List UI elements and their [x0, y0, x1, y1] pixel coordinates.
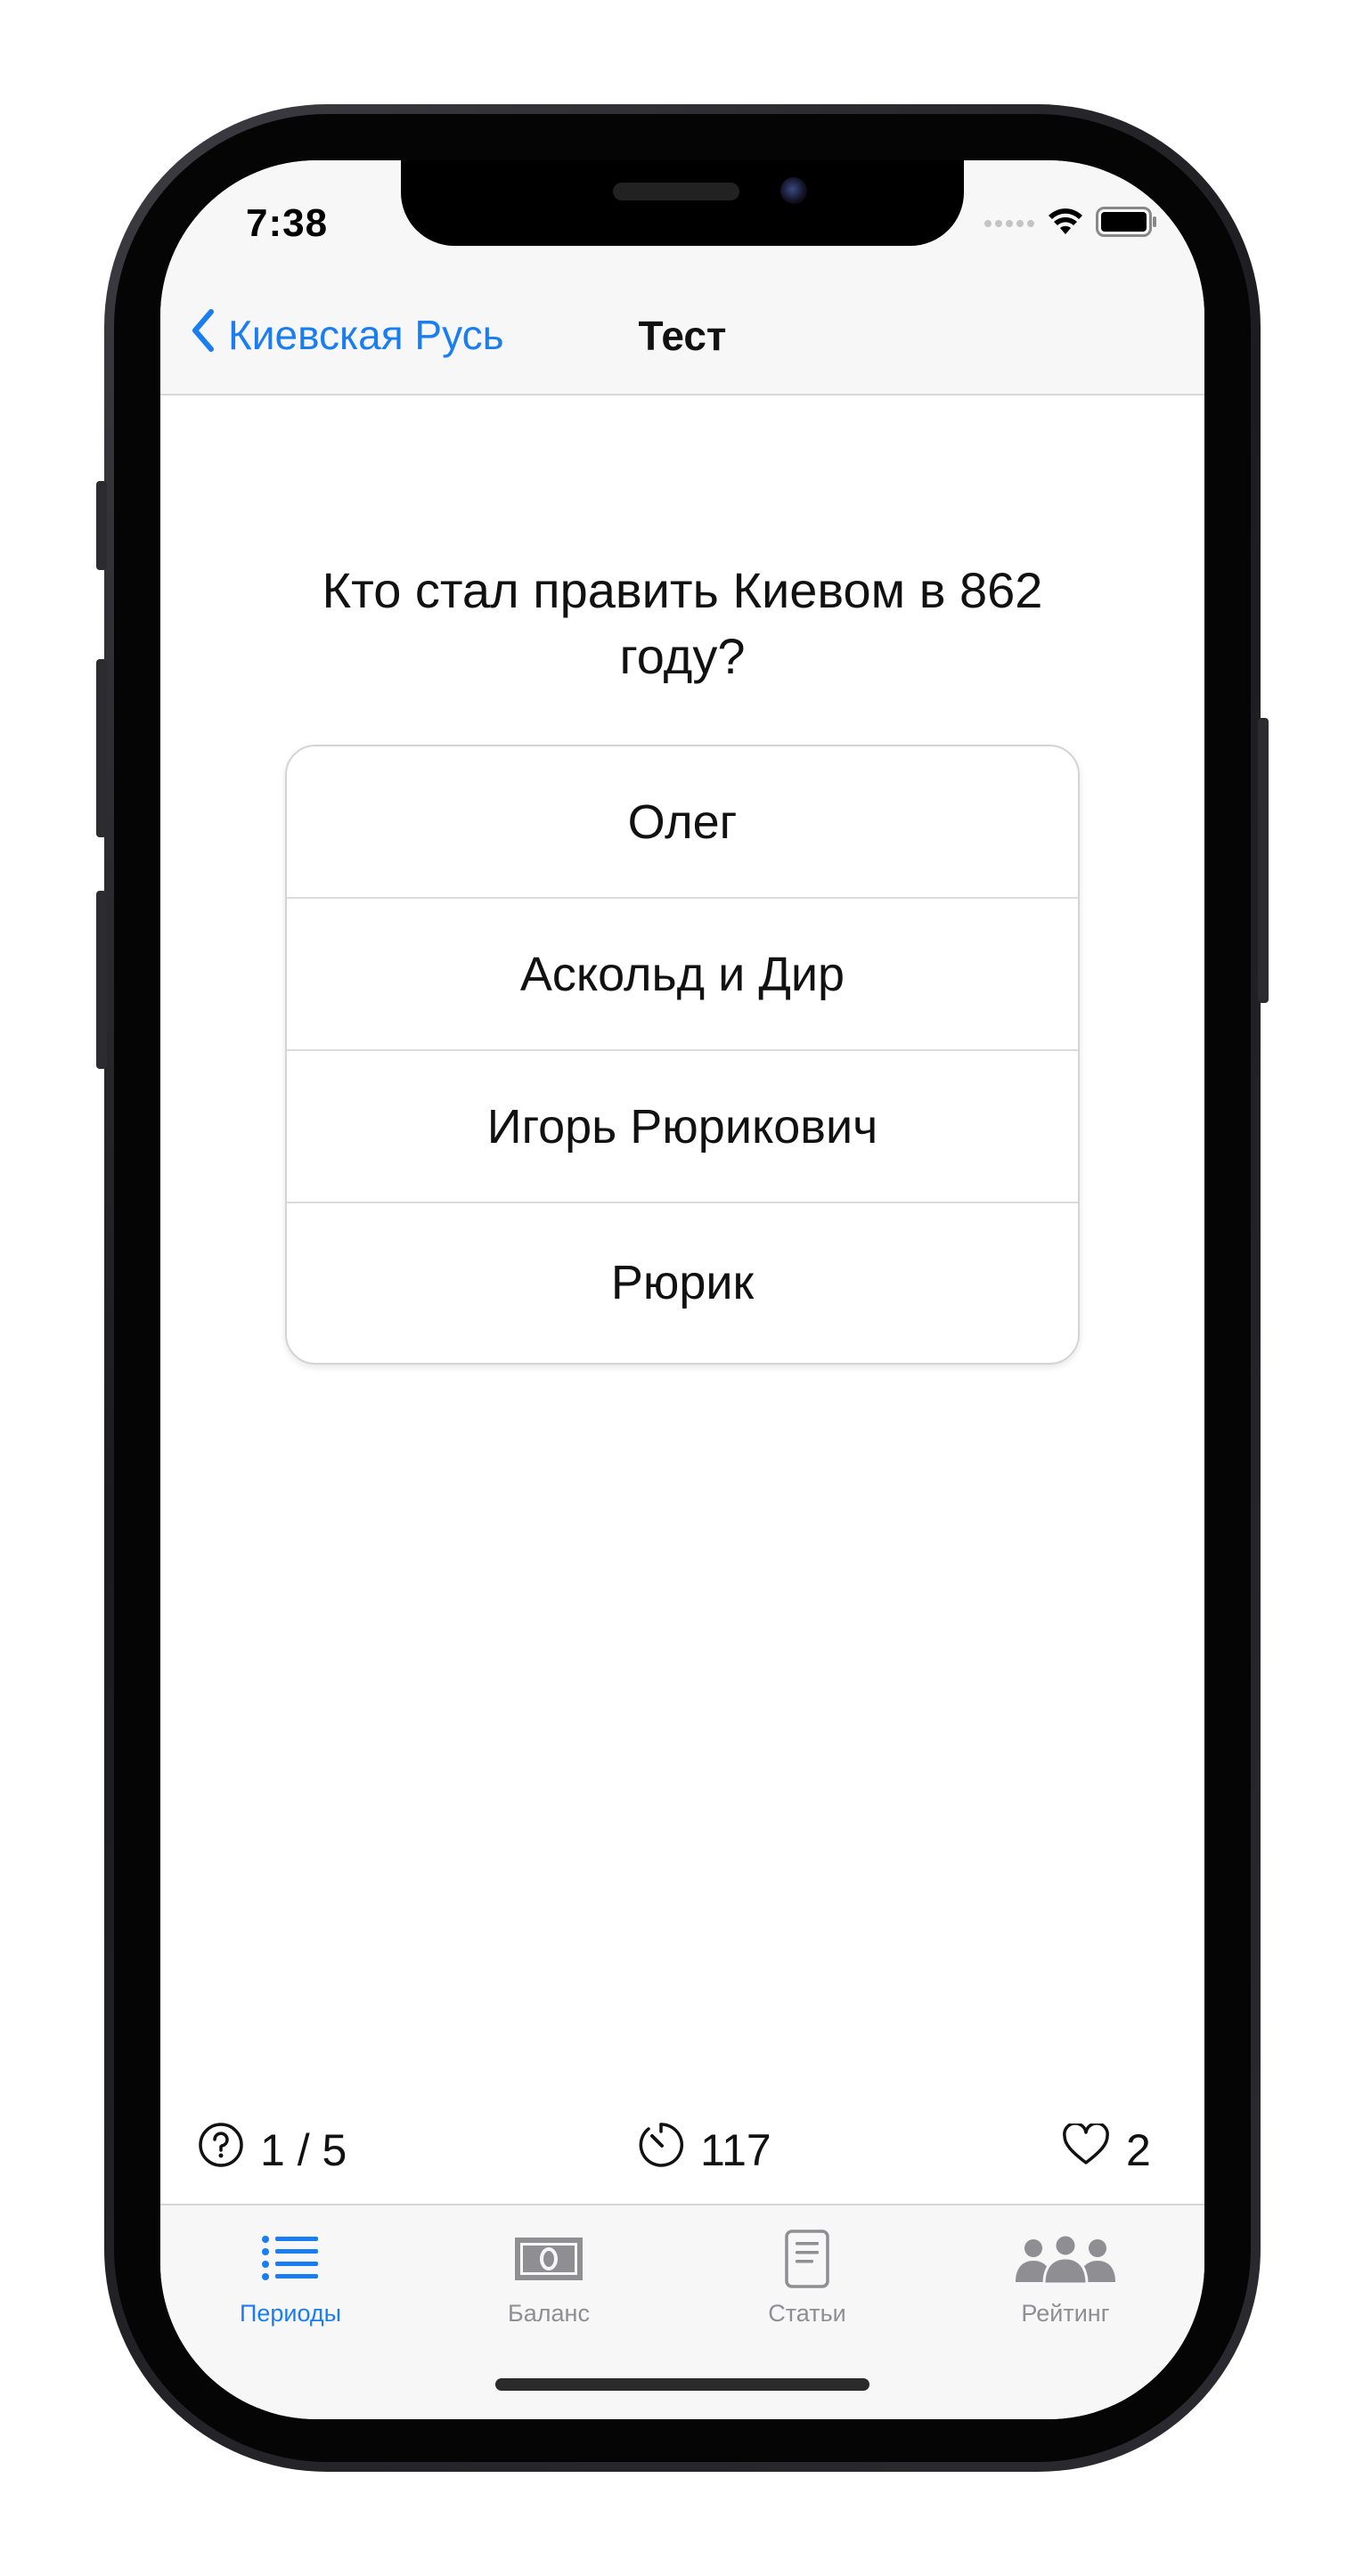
tab-label: Рейтинг	[1021, 2300, 1110, 2327]
tab-label: Баланс	[508, 2300, 590, 2327]
lives-value: 2	[1126, 2125, 1151, 2175]
cellular-signal-icon	[983, 216, 1035, 232]
front-camera	[780, 177, 807, 204]
wifi-icon	[1048, 208, 1083, 240]
tab-periods[interactable]: Периоды	[192, 2223, 388, 2327]
question-circle-icon	[198, 2122, 244, 2179]
battery-icon	[1096, 207, 1158, 241]
status-icons	[983, 207, 1158, 241]
status-time: 7:38	[246, 201, 329, 245]
nav-title: Тест	[160, 312, 1204, 360]
tab-balance[interactable]: Баланс	[451, 2223, 647, 2327]
volume-up-button	[96, 659, 107, 837]
people-icon	[1014, 2223, 1117, 2295]
silent-switch	[96, 481, 107, 570]
tab-rating[interactable]: Рейтинг	[967, 2223, 1163, 2327]
timer-value: 117	[700, 2125, 771, 2175]
answer-list: Олег Аскольд и Дир Игорь Рюрикович Рюрик	[285, 745, 1080, 1365]
document-icon	[785, 2223, 829, 2295]
volume-down-button	[96, 891, 107, 1069]
answer-option[interactable]: Рюрик	[287, 1203, 1078, 1362]
progress-stat: 1 / 5	[198, 2115, 347, 2186]
speaker	[613, 183, 739, 200]
tab-label: Статьи	[768, 2300, 846, 2327]
notch	[401, 160, 964, 246]
question-text: Кто стал править Киевом в 862 году?	[322, 562, 1043, 684]
progress-value: 1 / 5	[260, 2125, 347, 2175]
tab-label: Периоды	[239, 2300, 342, 2327]
tab-bar: Периоды Баланс Статьи Рейтинг	[160, 2204, 1204, 2419]
banknote-icon	[513, 2223, 584, 2295]
list-icon	[261, 2223, 320, 2295]
answer-option[interactable]: Игорь Рюрикович	[287, 1051, 1078, 1203]
timer-icon	[638, 2122, 684, 2179]
stats-bar: 1 / 5 117 2	[160, 2115, 1204, 2186]
answer-option[interactable]: Олег	[287, 746, 1078, 899]
tab-articles[interactable]: Статьи	[709, 2223, 905, 2327]
heart-icon	[1062, 2122, 1110, 2177]
answer-option[interactable]: Аскольд и Дир	[287, 899, 1078, 1051]
timer-stat: 117	[638, 2115, 771, 2186]
power-button	[1258, 718, 1269, 1003]
nav-title-text: Тест	[638, 313, 727, 359]
lives-stat: 2	[1062, 2115, 1151, 2186]
screen: 7:38 Киевская Русь Тест Кто стал править…	[160, 160, 1204, 2419]
home-indicator[interactable]	[495, 2378, 869, 2391]
